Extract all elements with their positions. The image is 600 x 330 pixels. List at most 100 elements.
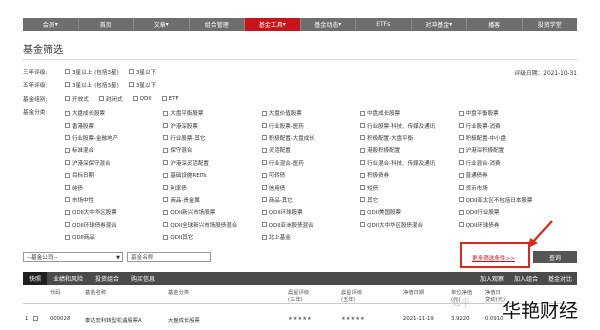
category-option[interactable]: 行业股票-金融地产 — [65, 132, 163, 144]
category-option[interactable]: 行业股票-科技、传媒及通讯 — [360, 119, 458, 131]
header-name[interactable]: 基金名称 — [85, 290, 106, 297]
table-row[interactable]: 1 000028 泰达宏利转型机遇股票A 大盘成长股票 ★★★★★ ★★★★★ … — [23, 314, 577, 326]
category-option[interactable]: 普通债券 — [458, 169, 557, 181]
category-option[interactable]: 沪港深保守混合 — [65, 157, 163, 169]
tab-purchase-info[interactable]: 购买信息 — [125, 272, 161, 285]
category-option[interactable]: QDII亚太区不包括日本股票 — [458, 194, 557, 206]
category-option[interactable]: 货币市场 — [458, 181, 557, 193]
category-option[interactable]: QDII环球债券混合 — [65, 219, 163, 231]
nav-item-7[interactable]: 对冲基金 ▾ — [412, 18, 467, 31]
three-year-option-below[interactable]: 3星以下 — [128, 68, 156, 76]
category-option[interactable]: QDII美国股票 — [360, 206, 458, 218]
category-option[interactable]: 市场中性 — [65, 194, 163, 206]
tab-portfolio[interactable]: 投资组合 — [89, 272, 125, 285]
category-option[interactable]: QDII大中华区股债混合 — [360, 219, 458, 231]
add-watchlist-button[interactable]: 加入观察 — [475, 274, 509, 283]
checkbox-icon — [261, 123, 267, 129]
header-rating3[interactable]: 晨星评级 (三年) — [288, 290, 309, 303]
category-option[interactable]: 行业股票-消费 — [458, 119, 557, 131]
category-option[interactable]: QDII行业股票 — [458, 206, 557, 218]
nav-item-6[interactable]: ETFs — [356, 18, 412, 31]
category-option[interactable]: QDII大中华区股票 — [65, 206, 163, 218]
checkbox-icon — [163, 123, 169, 129]
three-year-option-above[interactable]: 3星以上 (包括3星) — [65, 68, 119, 76]
fund-type-qdii[interactable]: QDII — [132, 96, 152, 102]
add-portfolio-button[interactable]: 加入组合 — [509, 274, 543, 283]
header-nav-date[interactable]: 净值日期 — [403, 290, 424, 297]
checkbox-icon — [261, 110, 267, 116]
checkbox-icon — [65, 222, 70, 228]
header-code[interactable]: 代码 — [50, 290, 61, 297]
category-option[interactable]: 基础设施REITs — [163, 169, 261, 181]
category-option[interactable]: 可转债 — [261, 169, 360, 181]
category-option[interactable]: QDII全球新兴市场股债混合 — [163, 219, 261, 231]
query-button[interactable]: 查询 — [533, 251, 577, 263]
category-option[interactable]: 保守混合 — [163, 144, 261, 156]
checkbox-icon — [261, 197, 267, 203]
category-option[interactable]: 香港股票 — [65, 119, 163, 131]
category-option[interactable]: 商品-其它 — [261, 194, 360, 206]
checkbox-icon[interactable] — [33, 316, 38, 321]
category-option[interactable]: 行业股票-医药 — [261, 119, 360, 131]
category-option[interactable]: QDII环球股票 — [261, 206, 360, 218]
category-option[interactable]: 行业混合-医药 — [261, 157, 360, 169]
compare-funds-button[interactable]: 基金对比 — [543, 274, 577, 283]
fund-company-select[interactable]: --基金公司-- ▼ — [23, 252, 123, 262]
category-option[interactable]: 灵活配置 — [261, 144, 360, 156]
category-option[interactable]: 积极配置-大盘成长 — [261, 132, 360, 144]
fund-type-etf[interactable]: ETF — [161, 96, 179, 102]
category-option[interactable]: 沪港深灵活配置 — [163, 157, 261, 169]
category-option[interactable]: QDII商品 — [65, 231, 163, 243]
category-option[interactable]: 短债 — [360, 181, 458, 193]
header-rating5[interactable]: 晨星评级 (五年) — [341, 290, 362, 303]
category-option[interactable]: 沪港深股票 — [163, 119, 261, 131]
nav-item-5[interactable]: 基金动态 ▾ — [301, 18, 356, 31]
category-option[interactable]: 信用债 — [261, 181, 360, 193]
checkbox-icon — [458, 123, 464, 129]
nav-item-0[interactable]: 会员 ▾ — [23, 18, 79, 31]
category-option[interactable]: 港股积极配置 — [360, 144, 458, 156]
five-year-option-below[interactable]: 3星以下 — [128, 81, 156, 89]
checkbox-icon — [458, 197, 464, 203]
category-option[interactable]: 北上基金 — [261, 231, 360, 243]
header-category[interactable]: 基金分类 — [168, 290, 189, 297]
category-option[interactable]: QDII新兴市场股票 — [163, 206, 261, 218]
category-option[interactable]: 中盘成长股票 — [360, 107, 458, 119]
fund-type-closed[interactable]: 封闭式 — [98, 95, 123, 103]
category-option[interactable]: 积极债券 — [360, 169, 458, 181]
row-code: 000028 — [50, 316, 71, 322]
nav-item-1[interactable]: 首页 — [79, 18, 134, 31]
nav-item-3[interactable]: 组合管理 — [190, 18, 245, 31]
category-option[interactable]: 大盘成长股票 — [65, 107, 163, 119]
category-option[interactable]: 标准混合 — [65, 144, 163, 156]
checkbox-icon — [163, 135, 169, 141]
tab-performance-risk[interactable]: 业绩和风险 — [47, 272, 89, 285]
row-fund-name[interactable]: 泰达宏利转型机遇股票A — [85, 316, 142, 324]
category-option[interactable]: 行业混合-消费 — [458, 157, 557, 169]
category-option[interactable]: QDII其它 — [163, 231, 261, 243]
five-year-option-above[interactable]: 3星以上 (包括3星) — [65, 81, 119, 89]
five-year-rating-row: 五年评级: 3星以上 (包括3星) 3星以下 — [23, 80, 166, 89]
category-option[interactable]: 积极配置-中小盘 — [458, 132, 557, 144]
category-option[interactable]: 行业股票-其它 — [163, 132, 261, 144]
category-option[interactable]: 纯债 — [65, 181, 163, 193]
tab-snapshot[interactable]: 快照 — [23, 272, 48, 285]
category-option[interactable]: 其它 — [360, 194, 458, 206]
category-option[interactable]: 行业混合-科技、传媒及通讯 — [360, 157, 458, 169]
fund-type-open[interactable]: 开放式 — [65, 95, 89, 103]
category-option[interactable]: 目标日期 — [65, 169, 163, 181]
category-option[interactable]: 大盘平衡股票 — [163, 107, 261, 119]
category-option[interactable]: 大盘价值股票 — [261, 107, 360, 119]
category-option[interactable]: 商品-贵金属 — [163, 194, 261, 206]
category-option[interactable]: 利率债 — [163, 181, 261, 193]
category-option[interactable]: 中盘平衡股票 — [458, 107, 557, 119]
nav-item-2[interactable]: 文章 ▾ — [134, 18, 190, 31]
nav-item-4[interactable]: 基金工具 ▾ — [245, 18, 301, 31]
nav-item-8[interactable]: 播客 — [467, 18, 523, 31]
more-filters-link[interactable]: 更多筛选条件>> — [472, 254, 515, 262]
category-option[interactable]: QDII亚洲股债混合 — [261, 219, 360, 231]
category-option[interactable]: 积极配置-大盘平衡 — [360, 132, 458, 144]
fund-name-input[interactable]: 基金名称 — [127, 252, 211, 262]
category-option[interactable]: 沪港深积极配置 — [458, 144, 557, 156]
nav-item-9[interactable]: 投资学堂 — [523, 18, 578, 31]
